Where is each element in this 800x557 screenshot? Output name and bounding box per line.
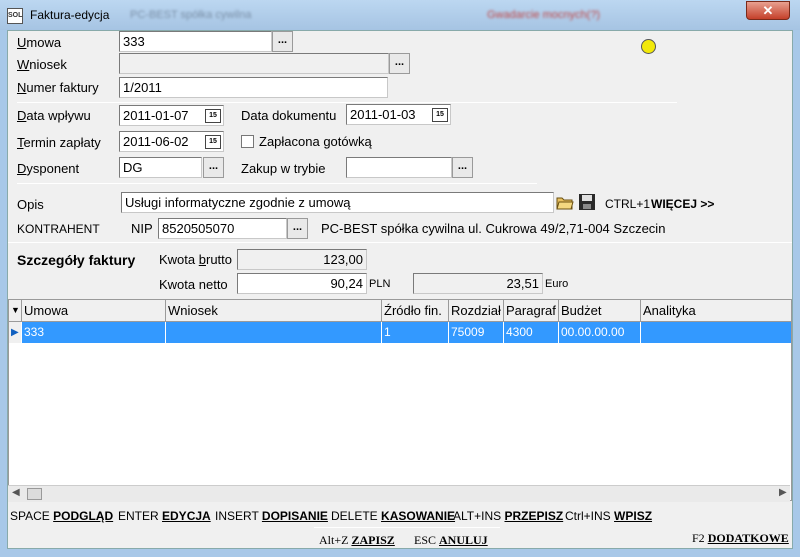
shortcut-wpisz[interactable]: Ctrl+INS WPISZ — [565, 509, 652, 523]
dysponent-field[interactable]: DG — [119, 157, 202, 178]
title-blur-right: Gwadarcie mocnych(?) — [487, 9, 601, 21]
zaplacona-checkbox[interactable] — [241, 135, 254, 148]
cell-rozdzial[interactable]: 75009 — [449, 322, 504, 343]
shortcut-kasowanie[interactable]: DELETE KASOWANIE — [331, 509, 455, 523]
window-title: Faktura-edycja — [30, 8, 110, 22]
title-bar: SOL Faktura-edycja PC-BEST spółka cywiln… — [0, 0, 800, 30]
cell-paragraf[interactable]: 4300 — [504, 322, 559, 343]
shortcut-podglad[interactable]: SPACE PODGLĄD — [10, 509, 113, 523]
form-body: Umowa 333 ... Wniosek ... Numer faktury … — [7, 30, 793, 549]
calendar-icon[interactable]: 15 — [205, 135, 221, 149]
cell-umowa[interactable]: 333 — [22, 322, 166, 343]
zakup-field[interactable] — [346, 157, 452, 178]
nip-browse-button[interactable]: ... — [287, 218, 308, 239]
col-paragraf[interactable]: Paragraf — [504, 300, 559, 321]
dysponent-label: Dysponent — [17, 161, 80, 176]
col-umowa[interactable]: Umowa — [22, 300, 166, 321]
nip-label: NIP — [131, 221, 153, 236]
separator — [8, 242, 792, 243]
szczegoly-title: Szczegóły faktury — [17, 252, 136, 268]
scroll-right-icon[interactable]: ▶ — [779, 487, 787, 498]
wniosek-field[interactable] — [119, 53, 389, 74]
scroll-thumb[interactable] — [27, 488, 42, 500]
col-analityka[interactable]: Analityka — [641, 300, 791, 321]
grid-menu-icon[interactable]: ▼ — [9, 300, 22, 321]
shortcut-zapisz[interactable]: Alt+Z ZAPISZ — [319, 533, 395, 548]
kwota-netto-label: Kwota netto — [159, 277, 228, 292]
cell-zrodlo[interactable]: 1 — [382, 322, 449, 343]
status-indicator-icon — [641, 39, 656, 54]
shortcut-dopisanie[interactable]: INSERT DOPISANIE — [215, 509, 328, 523]
cell-budzet[interactable]: 00.00.00.00 — [559, 322, 641, 343]
currency-pln: PLN — [369, 278, 391, 290]
wniosek-label: Wniosek — [17, 57, 67, 72]
app-icon: SOL — [7, 8, 23, 24]
close-button[interactable]: ✕ — [746, 1, 790, 20]
kwota-netto-field[interactable]: 90,24 — [237, 273, 367, 294]
save-icon[interactable] — [578, 193, 596, 211]
col-rozdzial[interactable]: Rozdział — [449, 300, 504, 321]
data-dokumentu-label: Data dokumentu — [241, 108, 337, 123]
shortcut-dodatkowe[interactable]: F2 DODATKOWE — [692, 531, 789, 546]
table-row[interactable]: ▶ 333 1 75009 4300 00.00.00.00 — [9, 322, 791, 343]
separator — [17, 102, 677, 103]
horizontal-scrollbar[interactable]: ◀ ▶ — [8, 485, 790, 502]
separator — [17, 183, 537, 184]
numer-faktury-label: Numer faktury — [17, 80, 99, 95]
nip-field[interactable]: 8520505070 — [158, 218, 287, 239]
cell-wniosek[interactable] — [166, 322, 382, 343]
zakup-label: Zakup w trybie — [241, 161, 326, 176]
wniosek-browse-button[interactable]: ... — [389, 53, 410, 74]
scroll-left-icon[interactable]: ◀ — [12, 487, 20, 498]
kontrahent-label: KONTRAHENT — [17, 222, 100, 236]
opis-label: Opis — [17, 197, 44, 212]
currency-euro: Euro — [545, 278, 569, 290]
opis-field[interactable]: Usługi informatyczne zgodnie z umową — [121, 192, 554, 213]
umowa-label: Umowa — [17, 35, 62, 50]
zaplacona-label: Zapłacona gotówką — [259, 134, 372, 149]
col-wniosek[interactable]: Wniosek — [166, 300, 382, 321]
grid-header: ▼ Umowa Wniosek Źródło fin. Rozdział Par… — [9, 300, 791, 322]
shortcut-anuluj[interactable]: ESC ANULUJ — [414, 533, 488, 548]
kwota-brutto-label: Kwota brutto — [159, 252, 232, 267]
data-wplywu-label: Data wpływu — [17, 108, 91, 123]
umowa-browse-button[interactable]: ... — [272, 31, 293, 52]
shortcut-edycja[interactable]: ENTER EDYCJA — [118, 509, 211, 523]
open-folder-icon[interactable] — [556, 193, 574, 211]
kontrahent-name: PC-BEST spółka cywilna ul. Cukrowa 49/2,… — [321, 221, 666, 236]
kwota-brutto-field: 123,00 — [237, 249, 367, 270]
termin-zaplaty-label: Termin zapłaty — [17, 135, 101, 150]
col-zrodlo[interactable]: Źródło fin. — [382, 300, 449, 321]
zakup-browse-button[interactable]: ... — [452, 157, 473, 178]
umowa-field[interactable]: 333 — [119, 31, 272, 52]
kwota-euro-field: 23,51 — [413, 273, 543, 294]
dysponent-browse-button[interactable]: ... — [203, 157, 224, 178]
calendar-icon[interactable]: 15 — [205, 109, 221, 123]
invoice-grid[interactable]: ▼ Umowa Wniosek Źródło fin. Rozdział Par… — [8, 299, 792, 501]
title-blur-left: PC-BEST spółka cywilna — [130, 9, 252, 21]
calendar-icon[interactable]: 15 — [432, 108, 448, 122]
cell-analityka[interactable] — [641, 322, 791, 343]
row-indicator-icon: ▶ — [9, 322, 22, 343]
wiecej-button[interactable]: WIĘCEJ >> — [651, 197, 714, 211]
numer-faktury-field[interactable]: 1/2011 — [119, 77, 388, 98]
separator — [314, 527, 500, 528]
shortcut-przepisz[interactable]: ALT+INS PRZEPISZ — [453, 509, 563, 523]
col-budzet[interactable]: Budżet — [559, 300, 641, 321]
ctrl-hint: CTRL+1 — [605, 197, 651, 211]
